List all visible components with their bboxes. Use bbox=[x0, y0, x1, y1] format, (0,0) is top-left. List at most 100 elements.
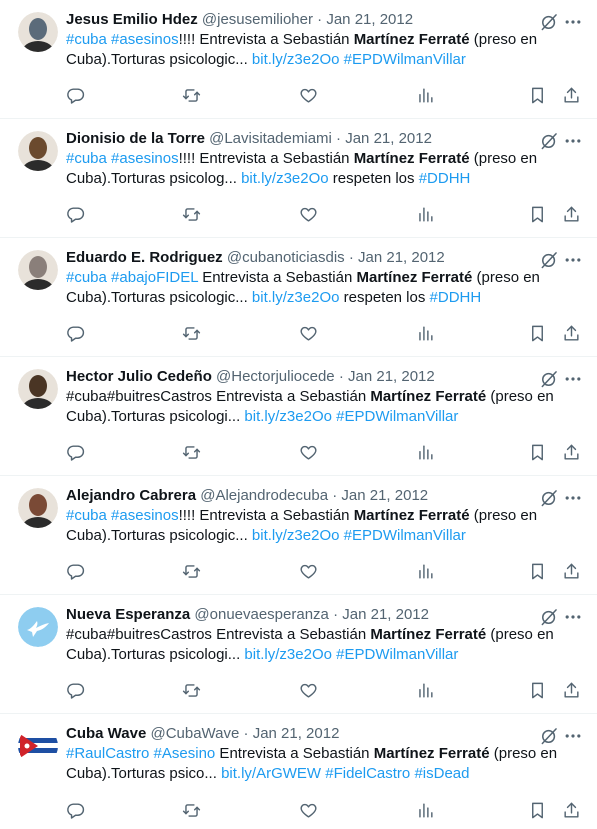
hashtag-link[interactable]: #Asesino bbox=[154, 745, 216, 762]
avatar[interactable] bbox=[18, 726, 58, 766]
avatar[interactable] bbox=[18, 131, 58, 171]
share-icon[interactable] bbox=[562, 801, 582, 821]
tweet[interactable]: Cuba Wave @CubaWave · Jan 21, 2012 #RaulC… bbox=[0, 714, 597, 829]
handle[interactable]: @onuevaesperanza bbox=[194, 606, 329, 623]
avatar[interactable] bbox=[18, 12, 58, 52]
hashtag-link[interactable]: #asesinos bbox=[111, 150, 179, 167]
timestamp[interactable]: Jan 21, 2012 bbox=[358, 249, 445, 266]
share-icon[interactable] bbox=[562, 324, 582, 344]
display-name[interactable]: Cuba Wave bbox=[66, 725, 146, 742]
like-icon[interactable] bbox=[299, 324, 319, 344]
url-link[interactable]: bit.ly/z3e2Oo bbox=[241, 170, 329, 187]
hashtag-link[interactable]: #cuba bbox=[66, 31, 107, 48]
timestamp[interactable]: Jan 21, 2012 bbox=[253, 725, 340, 742]
handle[interactable]: @Lavisitademiami bbox=[209, 130, 332, 147]
hashtag-link[interactable]: #RaulCastro bbox=[66, 745, 149, 762]
tweet[interactable]: Nueva Esperanza @onuevaesperanza · Jan 2… bbox=[0, 595, 597, 714]
timestamp[interactable]: Jan 21, 2012 bbox=[345, 130, 432, 147]
more-icon[interactable] bbox=[563, 369, 583, 389]
avatar[interactable] bbox=[18, 369, 58, 409]
reply-icon[interactable] bbox=[66, 324, 86, 344]
hashtag-link[interactable]: #DDHH bbox=[430, 289, 482, 306]
hashtag-link[interactable]: #EPDWilmanVillar bbox=[344, 527, 466, 544]
reply-icon[interactable] bbox=[66, 801, 86, 821]
hashtag-link[interactable]: #cuba bbox=[66, 269, 107, 286]
url-link[interactable]: bit.ly/z3e2Oo bbox=[244, 408, 332, 425]
views-icon[interactable] bbox=[416, 562, 436, 582]
handle[interactable]: @cubanoticiasdis bbox=[227, 249, 345, 266]
hashtag-link[interactable]: #asesinos bbox=[111, 31, 179, 48]
timestamp[interactable]: Jan 21, 2012 bbox=[348, 368, 435, 385]
display-name[interactable]: Alejandro Cabrera bbox=[66, 487, 196, 504]
bookmark-icon[interactable] bbox=[528, 681, 548, 701]
hashtag-link[interactable]: #DDHH bbox=[419, 170, 471, 187]
like-icon[interactable] bbox=[299, 562, 319, 582]
hashtag-link[interactable]: #cuba bbox=[66, 507, 107, 524]
tweet[interactable]: Jesus Emilio Hdez @jesusemilioher · Jan … bbox=[0, 0, 597, 119]
tweet[interactable]: Eduardo E. Rodriguez @cubanoticiasdis · … bbox=[0, 238, 597, 357]
more-icon[interactable] bbox=[563, 607, 583, 627]
grok-icon[interactable] bbox=[539, 131, 559, 151]
hashtag-link[interactable]: #EPDWilmanVillar bbox=[336, 408, 458, 425]
timestamp[interactable]: Jan 21, 2012 bbox=[342, 606, 429, 623]
views-icon[interactable] bbox=[416, 443, 436, 463]
handle[interactable]: @CubaWave bbox=[150, 725, 239, 742]
like-icon[interactable] bbox=[299, 681, 319, 701]
more-icon[interactable] bbox=[563, 726, 583, 746]
display-name[interactable]: Hector Julio Cedeño bbox=[66, 368, 212, 385]
share-icon[interactable] bbox=[562, 205, 582, 225]
hashtag-link[interactable]: #isDead bbox=[414, 765, 469, 782]
bookmark-icon[interactable] bbox=[528, 86, 548, 106]
views-icon[interactable] bbox=[416, 324, 436, 344]
views-icon[interactable] bbox=[416, 86, 436, 106]
share-icon[interactable] bbox=[562, 681, 582, 701]
grok-icon[interactable] bbox=[539, 488, 559, 508]
bookmark-icon[interactable] bbox=[528, 801, 548, 821]
more-icon[interactable] bbox=[563, 131, 583, 151]
retweet-icon[interactable] bbox=[182, 681, 202, 701]
tweet[interactable]: Alejandro Cabrera @Alejandrodecuba · Jan… bbox=[0, 476, 597, 595]
avatar[interactable] bbox=[18, 250, 58, 290]
like-icon[interactable] bbox=[299, 86, 319, 106]
bookmark-icon[interactable] bbox=[528, 205, 548, 225]
bookmark-icon[interactable] bbox=[528, 443, 548, 463]
hashtag-link[interactable]: #FidelCastro bbox=[325, 765, 410, 782]
retweet-icon[interactable] bbox=[182, 86, 202, 106]
handle[interactable]: @jesusemilioher bbox=[202, 11, 313, 28]
retweet-icon[interactable] bbox=[182, 801, 202, 821]
avatar[interactable] bbox=[18, 488, 58, 528]
retweet-icon[interactable] bbox=[182, 443, 202, 463]
bookmark-icon[interactable] bbox=[528, 562, 548, 582]
tweet[interactable]: Dionisio de la Torre @Lavisitademiami · … bbox=[0, 119, 597, 238]
avatar[interactable] bbox=[18, 607, 58, 647]
grok-icon[interactable] bbox=[539, 250, 559, 270]
reply-icon[interactable] bbox=[66, 86, 86, 106]
url-link[interactable]: bit.ly/z3e2Oo bbox=[252, 289, 340, 306]
views-icon[interactable] bbox=[416, 681, 436, 701]
more-icon[interactable] bbox=[563, 12, 583, 32]
like-icon[interactable] bbox=[299, 801, 319, 821]
reply-icon[interactable] bbox=[66, 681, 86, 701]
display-name[interactable]: Dionisio de la Torre bbox=[66, 130, 205, 147]
share-icon[interactable] bbox=[562, 443, 582, 463]
url-link[interactable]: bit.ly/ArGWEW bbox=[221, 765, 321, 782]
hashtag-link[interactable]: #asesinos bbox=[111, 507, 179, 524]
url-link[interactable]: bit.ly/z3e2Oo bbox=[252, 527, 340, 544]
hashtag-link[interactable]: #EPDWilmanVillar bbox=[336, 646, 458, 663]
display-name[interactable]: Jesus Emilio Hdez bbox=[66, 11, 198, 28]
grok-icon[interactable] bbox=[539, 12, 559, 32]
tweet[interactable]: Hector Julio Cedeño @Hectorjuliocede · J… bbox=[0, 357, 597, 476]
bookmark-icon[interactable] bbox=[528, 324, 548, 344]
timestamp[interactable]: Jan 21, 2012 bbox=[326, 11, 413, 28]
handle[interactable]: @Alejandrodecuba bbox=[200, 487, 328, 504]
hashtag-link[interactable]: #abajoFIDEL bbox=[111, 269, 198, 286]
url-link[interactable]: bit.ly/z3e2Oo bbox=[252, 51, 340, 68]
grok-icon[interactable] bbox=[539, 726, 559, 746]
more-icon[interactable] bbox=[563, 488, 583, 508]
retweet-icon[interactable] bbox=[182, 205, 202, 225]
views-icon[interactable] bbox=[416, 205, 436, 225]
hashtag-link[interactable]: #EPDWilmanVillar bbox=[344, 51, 466, 68]
grok-icon[interactable] bbox=[539, 607, 559, 627]
retweet-icon[interactable] bbox=[182, 562, 202, 582]
handle[interactable]: @Hectorjuliocede bbox=[216, 368, 335, 385]
